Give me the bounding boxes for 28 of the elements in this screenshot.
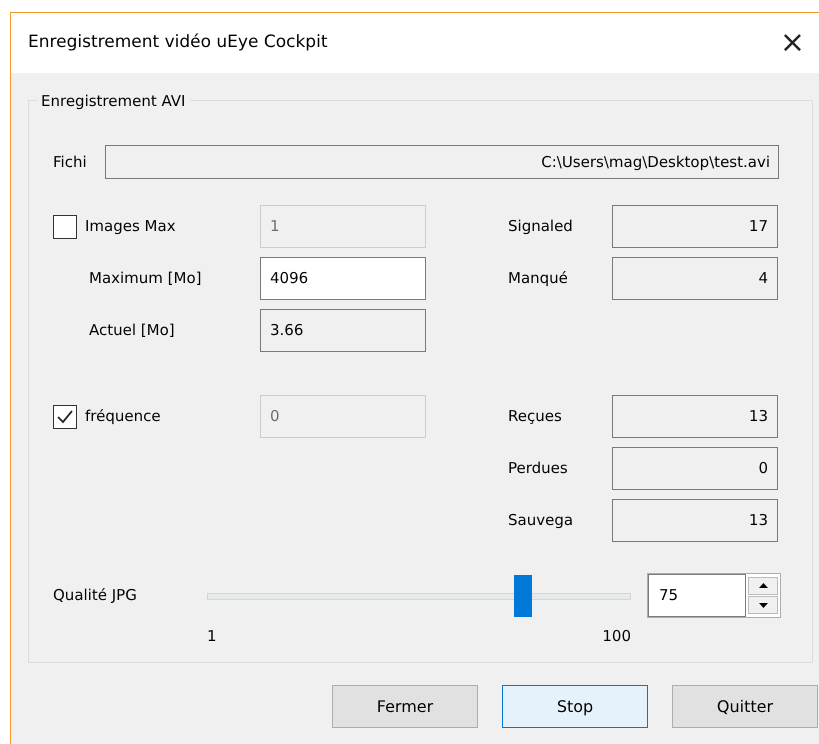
input-field[interactable]: 3.66	[260, 309, 426, 352]
spin-box[interactable]: 75	[647, 573, 781, 618]
window-title: Enregistrement vidéo uEye Cockpit	[28, 31, 328, 54]
stat-label: Signaled	[508, 216, 574, 238]
field-label: Actuel [Mo]	[88, 320, 176, 342]
slider-min-label: 1	[207, 626, 217, 647]
stat-label: Perdues	[508, 458, 569, 480]
close-button[interactable]: ×	[776, 28, 809, 58]
file-path-field[interactable]: C:\Users\mag\Desktop\test.avi	[105, 145, 779, 179]
stat-label: Reçues	[508, 406, 563, 428]
checkbox-label: fréquence	[85, 406, 162, 428]
quality-label: Qualité JPG	[53, 585, 138, 606]
input-field[interactable]: 4096	[260, 257, 426, 300]
field-label: Fichi	[53, 152, 88, 173]
checkbox-label: Images Max	[85, 216, 177, 238]
readout-field: 13	[612, 499, 778, 542]
dialog-button[interactable]: Fermer	[332, 685, 478, 728]
dialog-button[interactable]: Quitter	[672, 685, 818, 728]
dialog-button[interactable]: Stop	[502, 685, 648, 728]
slider-max-label: 100	[602, 626, 631, 647]
readout-field: 4	[612, 257, 778, 300]
readout-field: 0	[612, 447, 778, 490]
stat-label: Sauvega	[508, 510, 574, 532]
field-label: Maximum [Mo]	[88, 268, 202, 290]
readout-field: 17	[612, 205, 778, 248]
readout-field: 13	[612, 395, 778, 438]
slider-thumb[interactable]	[514, 574, 532, 617]
stat-label: Manqué	[508, 268, 569, 290]
